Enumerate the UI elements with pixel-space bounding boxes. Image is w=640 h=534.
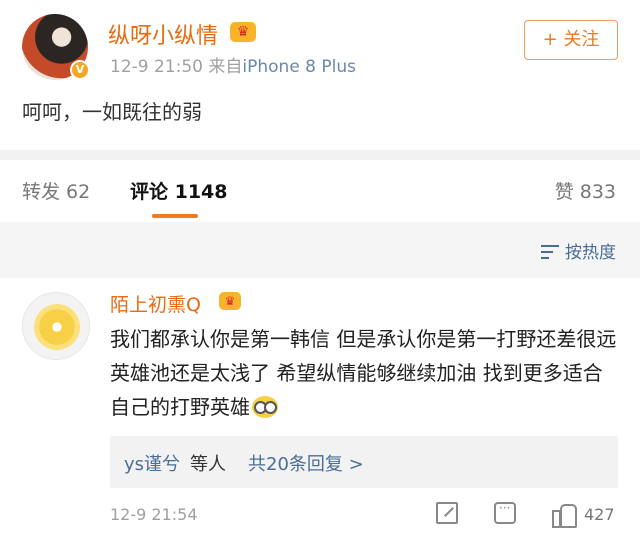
tab-bar: 转发 62 评论 1148 赞 833	[0, 160, 640, 222]
like-count: 427	[584, 505, 615, 524]
replies-preview[interactable]: ys谨兮 等人 共20条回复 >	[110, 436, 618, 488]
reply-suffix: 等人	[190, 454, 226, 475]
comment-username[interactable]: 陌上初熏Q	[110, 290, 201, 317]
active-tab-indicator	[152, 214, 198, 218]
sort-by-hot-button[interactable]: 按热度	[541, 238, 616, 263]
follow-button[interactable]: + 关注	[524, 20, 618, 60]
post-time: 12-9 21:50	[110, 57, 203, 77]
reply-users[interactable]: ys谨兮	[124, 450, 180, 476]
sort-label: 按热度	[565, 243, 616, 263]
sort-bar: 按热度	[0, 222, 640, 278]
like-icon[interactable]	[552, 502, 577, 528]
post-username[interactable]: 纵呀小纵情	[108, 18, 218, 50]
post-meta: 12-9 21:50 来自iPhone 8 Plus	[110, 52, 356, 77]
glasses-emoji-icon	[252, 396, 278, 418]
comment-avatar[interactable]	[22, 292, 90, 360]
section-divider	[0, 150, 640, 160]
post-source[interactable]: iPhone 8 Plus	[242, 57, 356, 77]
crown-vip-icon: ♛	[219, 292, 241, 310]
post-header: V 纵呀小纵情 ♛ 12-9 21:50 来自iPhone 8 Plus + 关…	[0, 0, 640, 82]
tab-repost[interactable]: 转发 62	[22, 177, 90, 204]
crown-vip-icon: ♛	[230, 22, 256, 42]
comment-body: 我们都承认你是第一韩信 但是承认你是第一打野还差很远 英雄池还是太浅了 希望纵情…	[110, 327, 617, 419]
comment-time: 12-9 21:54	[110, 505, 198, 524]
sun-icon	[39, 309, 75, 345]
verified-v-icon: V	[70, 60, 90, 80]
tab-likes[interactable]: 赞 833	[555, 177, 616, 204]
reply-count-link[interactable]: 共20条回复 >	[248, 450, 364, 476]
share-icon[interactable]	[436, 502, 458, 524]
sort-icon	[541, 245, 559, 259]
source-prefix: 来自	[208, 57, 243, 77]
tab-comments[interactable]: 评论 1148	[130, 177, 228, 204]
post-text: 呵呵，一如既往的弱	[22, 100, 202, 124]
comment-text: 我们都承认你是第一韩信 但是承认你是第一打野还差很远 英雄池还是太浅了 希望纵情…	[110, 322, 620, 424]
comment-icon[interactable]	[494, 501, 516, 524]
